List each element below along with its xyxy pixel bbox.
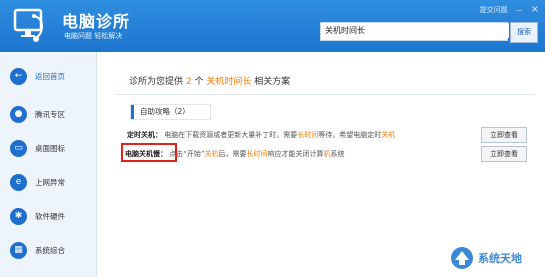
section-title: 自助攻略（2）	[131, 105, 210, 119]
sidebar-item-label: 返回首页	[35, 71, 65, 81]
row-desc: 等待，希望电脑定时	[318, 131, 382, 139]
row-desc-highlight: 长时间	[297, 131, 319, 139]
sidebar-item-label: 上网异常	[35, 177, 65, 187]
row-desc: 系统	[330, 150, 345, 158]
row-desc: 电脑在下载资源或者更新大量补丁时，需要	[164, 131, 298, 139]
grid-icon: ▦	[10, 241, 27, 259]
report-issue-link[interactable]: 提交问题	[480, 5, 508, 15]
diag-mid: 个	[194, 77, 204, 87]
row-desc: 后，需要	[218, 150, 247, 158]
app-subtitle: 电脑问题 轻松解决	[64, 32, 123, 40]
diag-keyword: 关机时间长	[206, 77, 252, 87]
minimize-button[interactable]: —	[516, 6, 523, 14]
sidebar-item-software-hardware[interactable]: ✱ 软件硬件	[0, 202, 96, 230]
sidebar-item-system[interactable]: ▦ 系统综合	[0, 236, 96, 264]
row-desc: 响应才能关闭计算	[267, 150, 324, 158]
divider	[115, 94, 535, 95]
view-now-button-1[interactable]: 立即查看	[481, 127, 527, 143]
sidebar-item-tencent[interactable]: ● 腾讯专区	[0, 100, 96, 128]
penguin-icon: ●	[10, 105, 27, 123]
title-bar: 电脑诊所 电脑问题 轻松解决 提交问题 — × 搜索	[0, 0, 545, 52]
monitor-icon: ▭	[10, 139, 27, 157]
solution-row-1[interactable]: 定时关机： 电脑在下载资源或者更新大量补丁时，需要长时间等待，希望电脑定时关机	[127, 130, 395, 140]
watermark-logo-icon	[451, 247, 473, 269]
gear-icon: ✱	[10, 207, 27, 225]
sidebar-item-label: 系统综合	[35, 245, 65, 255]
view-now-button-2[interactable]: 立即查看	[481, 146, 527, 162]
back-arrow-icon: ←	[10, 67, 27, 85]
row-desc-highlight: 机	[323, 150, 331, 158]
highlight-box	[121, 143, 177, 162]
sidebar-item-home[interactable]: ← 返回首页	[0, 62, 96, 90]
search-input[interactable]	[321, 23, 509, 38]
main-content: 诊所为您提供 2 个 关机时间长 相关方案 自助攻略（2） 定时关机： 电脑在下…	[97, 52, 545, 277]
watermark-text: 系统天地	[478, 252, 522, 265]
row-desc-highlight: 关机	[204, 150, 219, 158]
diag-count: 2	[185, 77, 192, 87]
close-button[interactable]: ×	[531, 4, 539, 15]
row-title-part: 定时	[127, 131, 141, 139]
diag-prefix: 诊所为您提供	[129, 77, 184, 87]
app-title: 电脑诊所	[62, 12, 131, 31]
diag-suffix: 相关方案	[254, 77, 291, 87]
row-desc-highlight: 长时间	[246, 150, 268, 158]
search-box	[320, 22, 509, 41]
sidebar-item-internet[interactable]: e 上网异常	[0, 168, 96, 196]
window-controls: 提交问题 — ×	[480, 4, 539, 15]
row-desc-highlight: 关机	[381, 131, 396, 139]
row-title-highlight: 关机	[141, 131, 155, 139]
diagnosis-heading: 诊所为您提供 2 个 关机时间长 相关方案	[129, 74, 290, 87]
ie-icon: e	[10, 173, 27, 191]
sidebar-item-label: 软件硬件	[35, 211, 65, 221]
sidebar: ← 返回首页 ● 腾讯专区 ▭ 桌面图标 e 上网异常 ✱ 软件硬件 ▦ 系统综…	[0, 52, 97, 277]
sidebar-item-label: 腾讯专区	[35, 109, 65, 119]
row-title-part: ：	[155, 131, 162, 139]
stethoscope-monitor-icon	[13, 8, 44, 42]
sidebar-item-desktop-icons[interactable]: ▭ 桌面图标	[0, 134, 96, 162]
sidebar-item-label: 桌面图标	[35, 143, 65, 153]
search-button[interactable]: 搜索	[510, 22, 538, 43]
